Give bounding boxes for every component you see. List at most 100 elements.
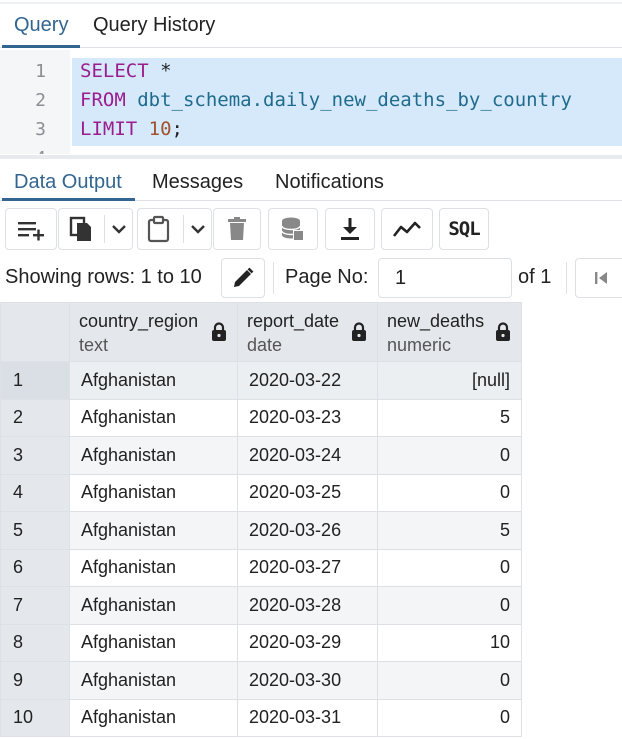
cell-new-deaths[interactable]: 5 bbox=[377, 398, 522, 437]
graph-visualiser-button[interactable] bbox=[381, 208, 433, 250]
page-number-input[interactable] bbox=[378, 258, 512, 298]
cell-country-region[interactable]: Afghanistan bbox=[69, 473, 238, 512]
cell-country-region[interactable]: Afghanistan bbox=[69, 398, 238, 437]
cell-report-date[interactable]: 2020-03-29 bbox=[237, 623, 378, 662]
row-number[interactable]: 8 bbox=[0, 623, 70, 662]
keyword-select: SELECT bbox=[80, 60, 149, 82]
table-row[interactable]: 6 Afghanistan 2020-03-27 0 bbox=[0, 548, 522, 587]
column-type: text bbox=[79, 335, 109, 355]
cell-report-date[interactable]: 2020-03-23 bbox=[237, 398, 378, 437]
tab-query[interactable]: Query bbox=[14, 14, 68, 37]
save-data-button[interactable] bbox=[268, 208, 318, 250]
row-number[interactable]: 1 bbox=[0, 361, 70, 400]
row-number[interactable]: 7 bbox=[0, 586, 70, 625]
row-number[interactable]: 4 bbox=[0, 473, 70, 512]
cell-country-region[interactable]: Afghanistan bbox=[69, 661, 238, 700]
tab-query-history[interactable]: Query History bbox=[93, 14, 215, 37]
split-divider bbox=[104, 215, 105, 243]
cell-country-region[interactable]: Afghanistan bbox=[69, 548, 238, 587]
table-row[interactable]: 10 Afghanistan 2020-03-31 0 bbox=[0, 698, 522, 737]
pencil-icon bbox=[234, 267, 254, 287]
column-header-new-deaths[interactable]: new_deaths numeric bbox=[377, 302, 522, 362]
column-header-report-date[interactable]: report_date date bbox=[237, 302, 378, 362]
tab-messages[interactable]: Messages bbox=[152, 171, 243, 194]
first-page-button[interactable] bbox=[575, 258, 622, 298]
cell-new-deaths[interactable]: [null] bbox=[377, 361, 522, 400]
cell-report-date[interactable]: 2020-03-25 bbox=[237, 473, 378, 512]
table-row[interactable]: 3 Afghanistan 2020-03-24 0 bbox=[0, 436, 522, 475]
copy-button[interactable] bbox=[58, 208, 133, 250]
column-name: new_deaths bbox=[387, 311, 485, 331]
result-toolbar: SQL bbox=[0, 204, 622, 254]
line-number: 2 bbox=[35, 90, 46, 111]
column-name: country_region bbox=[79, 311, 199, 331]
sql-button[interactable]: SQL bbox=[439, 208, 489, 250]
cell-country-region[interactable]: Afghanistan bbox=[69, 623, 238, 662]
cell-report-date[interactable]: 2020-03-24 bbox=[237, 436, 378, 475]
save-data-icon bbox=[281, 217, 304, 241]
chevron-down-icon[interactable] bbox=[111, 223, 127, 235]
table-row[interactable]: 5 Afghanistan 2020-03-26 5 bbox=[0, 511, 522, 550]
column-header-country-region[interactable]: country_region text bbox=[69, 302, 238, 362]
sql-editor[interactable]: 1 2 3 4 SELECT * FROM dbt_schema.daily_n… bbox=[0, 50, 622, 154]
cell-report-date[interactable]: 2020-03-31 bbox=[237, 698, 378, 737]
cell-new-deaths[interactable]: 0 bbox=[377, 698, 522, 737]
edit-rows-button[interactable] bbox=[221, 258, 265, 298]
tab-data-output[interactable]: Data Output bbox=[14, 171, 122, 194]
line-number: 1 bbox=[35, 61, 46, 82]
table-row[interactable]: 1 Afghanistan 2020-03-22 [null] bbox=[0, 361, 522, 400]
add-row-button[interactable] bbox=[5, 208, 57, 250]
keyword-limit: LIMIT bbox=[80, 118, 138, 140]
first-page-icon bbox=[595, 272, 607, 284]
select-all-corner[interactable] bbox=[0, 302, 70, 362]
delete-icon bbox=[228, 217, 246, 240]
table-row[interactable]: 4 Afghanistan 2020-03-25 0 bbox=[0, 473, 522, 512]
code-line-1[interactable]: SELECT * bbox=[80, 60, 172, 82]
semicolon: ; bbox=[171, 118, 183, 140]
cell-country-region[interactable]: Afghanistan bbox=[69, 436, 238, 475]
line-number: 3 bbox=[35, 119, 46, 140]
table-identifier: dbt_schema.daily_new_deaths_by_country bbox=[125, 89, 572, 111]
row-number[interactable]: 6 bbox=[0, 548, 70, 587]
chevron-down-icon[interactable] bbox=[190, 223, 206, 235]
cell-report-date[interactable]: 2020-03-30 bbox=[237, 661, 378, 700]
cell-report-date[interactable]: 2020-03-26 bbox=[237, 511, 378, 550]
row-number[interactable]: 9 bbox=[0, 661, 70, 700]
table-row[interactable]: 7 Afghanistan 2020-03-28 0 bbox=[0, 586, 522, 625]
active-result-tab-indicator bbox=[2, 198, 135, 201]
cell-country-region[interactable]: Afghanistan bbox=[69, 586, 238, 625]
column-type: numeric bbox=[387, 335, 452, 355]
cell-country-region[interactable]: Afghanistan bbox=[69, 511, 238, 550]
row-number[interactable]: 5 bbox=[0, 511, 70, 550]
code-line-2[interactable]: FROM dbt_schema.daily_new_deaths_by_coun… bbox=[80, 89, 572, 111]
cell-new-deaths[interactable]: 0 bbox=[377, 436, 522, 475]
cell-new-deaths[interactable]: 0 bbox=[377, 586, 522, 625]
download-icon bbox=[341, 218, 359, 240]
lock-icon bbox=[212, 322, 226, 341]
download-button[interactable] bbox=[325, 208, 375, 250]
cell-report-date[interactable]: 2020-03-28 bbox=[237, 586, 378, 625]
table-row[interactable]: 2 Afghanistan 2020-03-23 5 bbox=[0, 398, 522, 437]
cell-report-date[interactable]: 2020-03-27 bbox=[237, 548, 378, 587]
cell-country-region[interactable]: Afghanistan bbox=[69, 361, 238, 400]
pagination-bar: Showing rows: 1 to 10 Page No: of 1 bbox=[0, 256, 622, 300]
row-number[interactable]: 10 bbox=[0, 698, 70, 737]
pager-separator bbox=[273, 262, 274, 294]
table-row[interactable]: 8 Afghanistan 2020-03-29 10 bbox=[0, 623, 522, 662]
cell-report-date[interactable]: 2020-03-22 bbox=[237, 361, 378, 400]
table-row[interactable]: 9 Afghanistan 2020-03-30 0 bbox=[0, 661, 522, 700]
code-line-3[interactable]: LIMIT 10; bbox=[80, 118, 183, 140]
cell-new-deaths[interactable]: 0 bbox=[377, 661, 522, 700]
cell-new-deaths[interactable]: 5 bbox=[377, 511, 522, 550]
row-number[interactable]: 2 bbox=[0, 398, 70, 437]
cell-country-region[interactable]: Afghanistan bbox=[69, 698, 238, 737]
line-number: 4 bbox=[0, 148, 46, 154]
showing-rows-label: Showing rows: 1 to 10 bbox=[5, 266, 202, 288]
tab-notifications[interactable]: Notifications bbox=[275, 171, 384, 194]
paste-button[interactable] bbox=[137, 208, 212, 250]
cell-new-deaths[interactable]: 0 bbox=[377, 473, 522, 512]
row-number[interactable]: 3 bbox=[0, 436, 70, 475]
cell-new-deaths[interactable]: 10 bbox=[377, 623, 522, 662]
cell-new-deaths[interactable]: 0 bbox=[377, 548, 522, 587]
delete-button[interactable] bbox=[213, 208, 261, 250]
